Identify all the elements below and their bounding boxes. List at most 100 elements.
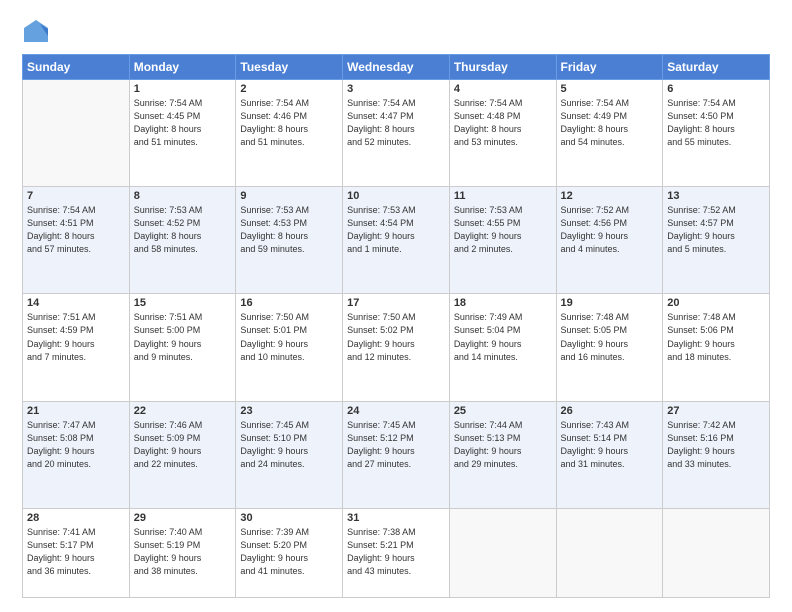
day-number: 19 xyxy=(561,297,659,309)
weekday-header-tuesday: Tuesday xyxy=(236,55,343,80)
day-info: Sunrise: 7:53 AM Sunset: 4:54 PM Dayligh… xyxy=(347,204,445,256)
calendar-day-cell: 25 Sunrise: 7:44 AM Sunset: 5:13 PM Dayli… xyxy=(449,401,556,508)
day-number: 27 xyxy=(667,405,765,417)
calendar-day-cell: 10 Sunrise: 7:53 AM Sunset: 4:54 PM Dayli… xyxy=(343,187,450,294)
day-info: Sunrise: 7:54 AM Sunset: 4:48 PM Dayligh… xyxy=(454,97,552,149)
calendar-day-cell: 23 Sunrise: 7:45 AM Sunset: 5:10 PM Dayli… xyxy=(236,401,343,508)
day-info: Sunrise: 7:50 AM Sunset: 5:02 PM Dayligh… xyxy=(347,311,445,363)
calendar-day-cell: 30 Sunrise: 7:39 AM Sunset: 5:20 PM Dayli… xyxy=(236,508,343,597)
day-info: Sunrise: 7:42 AM Sunset: 5:16 PM Dayligh… xyxy=(667,419,765,471)
day-info: Sunrise: 7:53 AM Sunset: 4:52 PM Dayligh… xyxy=(134,204,232,256)
calendar-day-cell: 14 Sunrise: 7:51 AM Sunset: 4:59 PM Dayli… xyxy=(23,294,130,401)
calendar-day-cell xyxy=(663,508,770,597)
calendar-day-cell xyxy=(23,80,130,187)
day-number: 17 xyxy=(347,297,445,309)
day-info: Sunrise: 7:54 AM Sunset: 4:51 PM Dayligh… xyxy=(27,204,125,256)
logo xyxy=(22,18,54,46)
day-info: Sunrise: 7:47 AM Sunset: 5:08 PM Dayligh… xyxy=(27,419,125,471)
page: SundayMondayTuesdayWednesdayThursdayFrid… xyxy=(0,0,792,612)
day-info: Sunrise: 7:54 AM Sunset: 4:45 PM Dayligh… xyxy=(134,97,232,149)
weekday-header-wednesday: Wednesday xyxy=(343,55,450,80)
calendar-day-cell: 28 Sunrise: 7:41 AM Sunset: 5:17 PM Dayli… xyxy=(23,508,130,597)
calendar-day-cell: 17 Sunrise: 7:50 AM Sunset: 5:02 PM Dayli… xyxy=(343,294,450,401)
day-info: Sunrise: 7:54 AM Sunset: 4:50 PM Dayligh… xyxy=(667,97,765,149)
day-info: Sunrise: 7:54 AM Sunset: 4:47 PM Dayligh… xyxy=(347,97,445,149)
day-number: 9 xyxy=(240,190,338,202)
day-info: Sunrise: 7:52 AM Sunset: 4:57 PM Dayligh… xyxy=(667,204,765,256)
weekday-header-friday: Friday xyxy=(556,55,663,80)
day-number: 3 xyxy=(347,83,445,95)
weekday-header-sunday: Sunday xyxy=(23,55,130,80)
day-info: Sunrise: 7:45 AM Sunset: 5:12 PM Dayligh… xyxy=(347,419,445,471)
day-info: Sunrise: 7:45 AM Sunset: 5:10 PM Dayligh… xyxy=(240,419,338,471)
day-info: Sunrise: 7:48 AM Sunset: 5:05 PM Dayligh… xyxy=(561,311,659,363)
day-number: 26 xyxy=(561,405,659,417)
calendar-week-row: 28 Sunrise: 7:41 AM Sunset: 5:17 PM Dayli… xyxy=(23,508,770,597)
calendar-day-cell: 16 Sunrise: 7:50 AM Sunset: 5:01 PM Dayli… xyxy=(236,294,343,401)
calendar-week-row: 1 Sunrise: 7:54 AM Sunset: 4:45 PM Daylig… xyxy=(23,80,770,187)
calendar-day-cell: 2 Sunrise: 7:54 AM Sunset: 4:46 PM Daylig… xyxy=(236,80,343,187)
calendar-week-row: 21 Sunrise: 7:47 AM Sunset: 5:08 PM Dayli… xyxy=(23,401,770,508)
day-number: 16 xyxy=(240,297,338,309)
calendar-day-cell: 12Sunrise: 7:52 AM Sunset: 4:56 PM Dayli… xyxy=(556,187,663,294)
calendar-day-cell: 18Sunrise: 7:49 AM Sunset: 5:04 PM Dayli… xyxy=(449,294,556,401)
calendar-day-cell: 11Sunrise: 7:53 AM Sunset: 4:55 PM Dayli… xyxy=(449,187,556,294)
day-info: Sunrise: 7:46 AM Sunset: 5:09 PM Dayligh… xyxy=(134,419,232,471)
calendar-table: SundayMondayTuesdayWednesdayThursdayFrid… xyxy=(22,54,770,598)
day-number: 1 xyxy=(134,83,232,95)
calendar-day-cell: 29Sunrise: 7:40 AM Sunset: 5:19 PM Dayli… xyxy=(129,508,236,597)
calendar-week-row: 7 Sunrise: 7:54 AM Sunset: 4:51 PM Daylig… xyxy=(23,187,770,294)
day-number: 30 xyxy=(240,512,338,524)
day-info: Sunrise: 7:49 AM Sunset: 5:04 PM Dayligh… xyxy=(454,311,552,363)
day-info: Sunrise: 7:40 AM Sunset: 5:19 PM Dayligh… xyxy=(134,526,232,578)
calendar-day-cell: 22 Sunrise: 7:46 AM Sunset: 5:09 PM Dayli… xyxy=(129,401,236,508)
day-info: Sunrise: 7:44 AM Sunset: 5:13 PM Dayligh… xyxy=(454,419,552,471)
day-number: 4 xyxy=(454,83,552,95)
calendar-day-cell: 27 Sunrise: 7:42 AM Sunset: 5:16 PM Dayli… xyxy=(663,401,770,508)
calendar-day-cell: 4 Sunrise: 7:54 AM Sunset: 4:48 PM Daylig… xyxy=(449,80,556,187)
day-number: 15 xyxy=(134,297,232,309)
day-number: 22 xyxy=(134,405,232,417)
header xyxy=(22,18,770,46)
day-number: 2 xyxy=(240,83,338,95)
day-number: 21 xyxy=(27,405,125,417)
day-number: 12 xyxy=(561,190,659,202)
day-info: Sunrise: 7:51 AM Sunset: 5:00 PM Dayligh… xyxy=(134,311,232,363)
day-info: Sunrise: 7:51 AM Sunset: 4:59 PM Dayligh… xyxy=(27,311,125,363)
day-info: Sunrise: 7:50 AM Sunset: 5:01 PM Dayligh… xyxy=(240,311,338,363)
weekday-header-saturday: Saturday xyxy=(663,55,770,80)
calendar-day-cell xyxy=(556,508,663,597)
day-number: 11 xyxy=(454,190,552,202)
day-info: Sunrise: 7:53 AM Sunset: 4:53 PM Dayligh… xyxy=(240,204,338,256)
day-number: 31 xyxy=(347,512,445,524)
calendar-day-cell: 5 Sunrise: 7:54 AM Sunset: 4:49 PM Daylig… xyxy=(556,80,663,187)
day-info: Sunrise: 7:41 AM Sunset: 5:17 PM Dayligh… xyxy=(27,526,125,578)
day-number: 5 xyxy=(561,83,659,95)
calendar-day-cell: 7 Sunrise: 7:54 AM Sunset: 4:51 PM Daylig… xyxy=(23,187,130,294)
day-number: 25 xyxy=(454,405,552,417)
calendar-day-cell: 19 Sunrise: 7:48 AM Sunset: 5:05 PM Dayli… xyxy=(556,294,663,401)
day-number: 7 xyxy=(27,190,125,202)
day-number: 10 xyxy=(347,190,445,202)
calendar-day-cell: 8 Sunrise: 7:53 AM Sunset: 4:52 PM Daylig… xyxy=(129,187,236,294)
day-info: Sunrise: 7:39 AM Sunset: 5:20 PM Dayligh… xyxy=(240,526,338,578)
day-number: 8 xyxy=(134,190,232,202)
weekday-header-monday: Monday xyxy=(129,55,236,80)
calendar-day-cell: 1 Sunrise: 7:54 AM Sunset: 4:45 PM Daylig… xyxy=(129,80,236,187)
calendar-day-cell: 21 Sunrise: 7:47 AM Sunset: 5:08 PM Dayli… xyxy=(23,401,130,508)
calendar-day-cell: 9 Sunrise: 7:53 AM Sunset: 4:53 PM Daylig… xyxy=(236,187,343,294)
day-number: 24 xyxy=(347,405,445,417)
day-info: Sunrise: 7:48 AM Sunset: 5:06 PM Dayligh… xyxy=(667,311,765,363)
day-info: Sunrise: 7:54 AM Sunset: 4:49 PM Dayligh… xyxy=(561,97,659,149)
calendar-day-cell: 6Sunrise: 7:54 AM Sunset: 4:50 PM Daylig… xyxy=(663,80,770,187)
day-number: 14 xyxy=(27,297,125,309)
calendar-day-cell xyxy=(449,508,556,597)
day-number: 20 xyxy=(667,297,765,309)
calendar-week-row: 14 Sunrise: 7:51 AM Sunset: 4:59 PM Dayli… xyxy=(23,294,770,401)
calendar-day-cell: 24 Sunrise: 7:45 AM Sunset: 5:12 PM Dayli… xyxy=(343,401,450,508)
day-info: Sunrise: 7:54 AM Sunset: 4:46 PM Dayligh… xyxy=(240,97,338,149)
day-number: 23 xyxy=(240,405,338,417)
day-number: 28 xyxy=(27,512,125,524)
calendar-day-cell: 31 Sunrise: 7:38 AM Sunset: 5:21 PM Dayli… xyxy=(343,508,450,597)
day-info: Sunrise: 7:38 AM Sunset: 5:21 PM Dayligh… xyxy=(347,526,445,578)
